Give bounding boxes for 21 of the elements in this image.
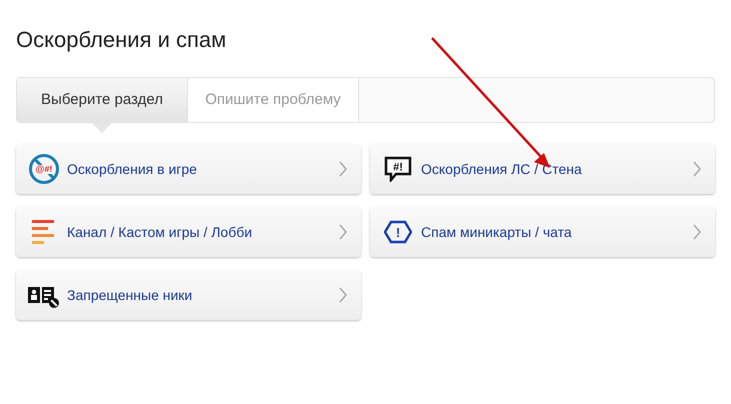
chevron-right-icon xyxy=(339,161,347,177)
section-label: Оскорбления в игре xyxy=(67,160,198,179)
chevron-right-icon xyxy=(693,224,701,240)
section-label: Оскорбления ЛС / Стена xyxy=(421,160,583,179)
page-title: Оскорбления и спам xyxy=(16,26,228,54)
hexagon-alert-icon: ! xyxy=(384,220,412,244)
chevron-right-icon xyxy=(339,224,347,240)
section-card[interactable]: #! Оскорбления ЛС / Стена xyxy=(370,144,715,194)
section-label: Запрещенные ники xyxy=(67,286,194,305)
tab[interactable]: Выберите раздел xyxy=(17,78,188,122)
speech-bubble-icon: #! xyxy=(384,156,412,182)
bars-icon xyxy=(32,220,56,244)
section-card[interactable]: Запрещенные ники xyxy=(16,270,361,320)
section-card[interactable]: Канал / Кастом игры / Лобби xyxy=(16,207,361,257)
section-label: Канал / Кастом игры / Лобби xyxy=(67,222,254,242)
section-card[interactable]: ! Спам миникарты / чата xyxy=(370,207,715,257)
section-card[interactable]: @#! Оскорбления в игре xyxy=(16,144,361,194)
no-swearing-icon: @#! xyxy=(29,154,59,184)
chevron-right-icon xyxy=(339,287,347,303)
section-label: Спам миникарты / чата xyxy=(421,222,573,242)
chevron-right-icon xyxy=(693,161,701,177)
